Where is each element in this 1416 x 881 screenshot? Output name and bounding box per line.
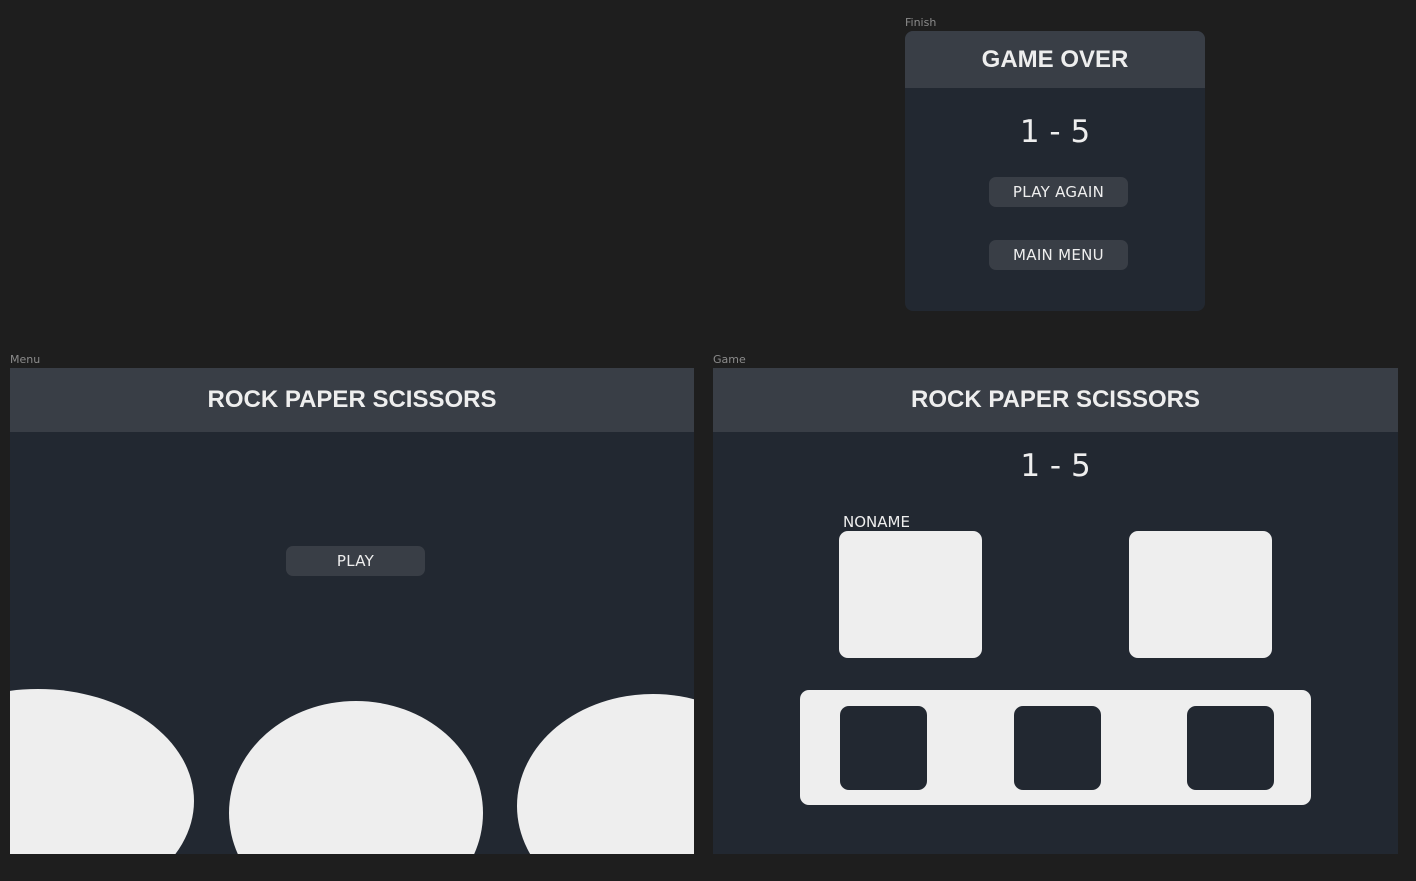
main-menu-button[interactable]: MAIN MENU: [989, 240, 1128, 270]
finish-score: 1 - 5: [1019, 114, 1091, 150]
paper-choice-button[interactable]: [1014, 706, 1101, 790]
finish-header: GAME OVER: [905, 31, 1205, 88]
rock-choice-circle[interactable]: [10, 689, 194, 854]
game-over-title: GAME OVER: [981, 45, 1129, 73]
play-again-button[interactable]: PLAY AGAIN: [989, 177, 1128, 207]
menu-screen: ROCK PAPER SCISSORS PLAY: [10, 368, 694, 854]
game-score: 1 - 5: [1020, 448, 1091, 484]
scissors-choice-circle[interactable]: [517, 694, 694, 854]
menu-header: ROCK PAPER SCISSORS: [10, 368, 694, 432]
opponent-choice-card: [1129, 531, 1272, 658]
scissors-choice-button[interactable]: [1187, 706, 1274, 790]
game-title: ROCK PAPER SCISSORS: [911, 386, 1200, 413]
paper-choice-circle[interactable]: [229, 701, 483, 854]
menu-frame-label: Menu: [10, 353, 41, 366]
game-header: ROCK PAPER SCISSORS: [713, 368, 1398, 432]
finish-screen: GAME OVER 1 - 5 PLAY AGAIN MAIN MENU: [905, 31, 1205, 311]
player-name-label: NONAME: [843, 513, 910, 531]
play-button[interactable]: PLAY: [286, 546, 425, 576]
choice-tray: [800, 690, 1311, 805]
game-frame-label: Game: [713, 353, 746, 366]
player-choice-card: [839, 531, 982, 658]
game-screen: ROCK PAPER SCISSORS 1 - 5 NONAME: [713, 368, 1398, 854]
menu-title: ROCK PAPER SCISSORS: [207, 386, 497, 413]
finish-frame-label: Finish: [905, 16, 937, 29]
rock-choice-button[interactable]: [840, 706, 927, 790]
